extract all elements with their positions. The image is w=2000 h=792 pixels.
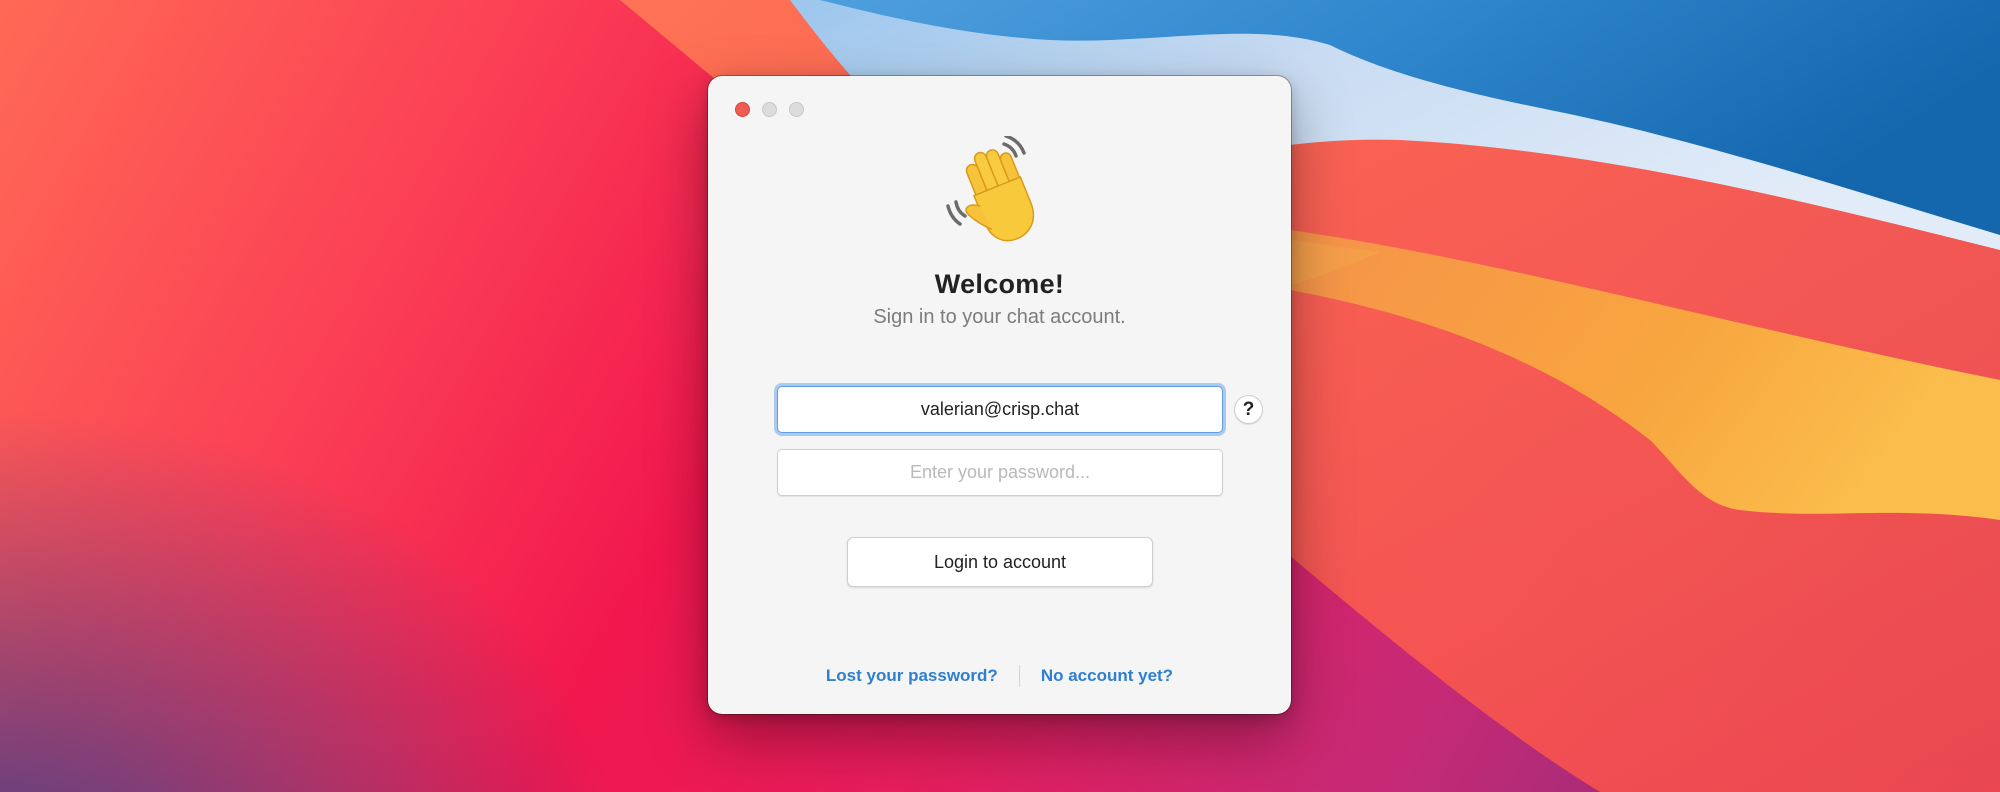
- login-window: Welcome! Sign in to your chat account. ?…: [708, 76, 1291, 714]
- lost-password-link[interactable]: Lost your password?: [805, 666, 1019, 686]
- desktop-wallpaper: Welcome! Sign in to your chat account. ?…: [0, 0, 2000, 792]
- login-button[interactable]: Login to account: [847, 537, 1153, 587]
- maximize-window-button[interactable]: [789, 102, 804, 117]
- minimize-window-button[interactable]: [762, 102, 777, 117]
- no-account-link[interactable]: No account yet?: [1020, 666, 1194, 686]
- footer-links: Lost your password? No account yet?: [708, 665, 1291, 687]
- welcome-title: Welcome!: [934, 269, 1065, 299]
- window-controls: [735, 102, 804, 117]
- welcome-subtitle: Sign in to your chat account.: [873, 306, 1126, 328]
- email-field[interactable]: [777, 386, 1223, 433]
- help-button[interactable]: ?: [1234, 395, 1263, 424]
- password-field[interactable]: [777, 449, 1223, 496]
- close-window-button[interactable]: [735, 102, 750, 117]
- waving-hand-icon: [946, 136, 1035, 242]
